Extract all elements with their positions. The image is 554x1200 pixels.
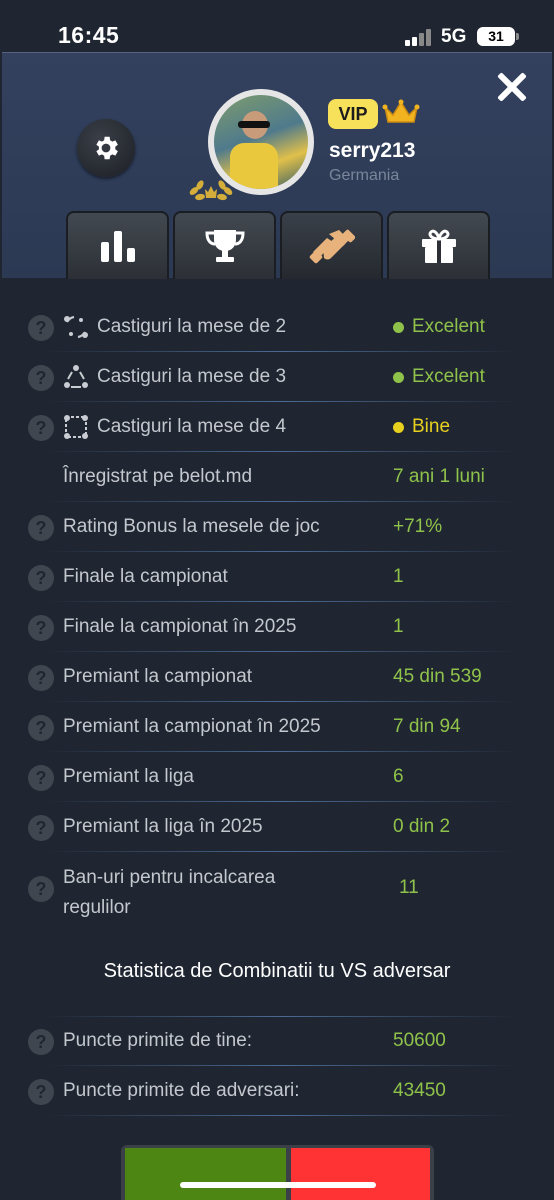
stat-label: Castiguri la mese de 4 (97, 416, 287, 437)
country: Germania (329, 167, 400, 184)
stat-label-line: Ban-uri pentru incalcarea (63, 867, 276, 888)
stat-value: Excelent (412, 366, 485, 387)
status-dot (393, 322, 404, 333)
help-icon[interactable]: ? (28, 365, 54, 391)
stat-value: 1 (393, 566, 404, 587)
tab-statistics[interactable] (66, 211, 169, 279)
list-item: ? Premiant la liga în 2025 0 din 2 (0, 802, 554, 852)
stat-label: Înregistrat pe belot.md (63, 466, 253, 487)
help-icon[interactable]: ? (28, 665, 54, 691)
help-icon[interactable]: ? (28, 565, 54, 591)
list-item: ? Rating Bonus la mesele de joc +71% (0, 502, 554, 552)
stat-value: 0 din 2 (393, 816, 451, 837)
help-icon[interactable]: ? (28, 315, 54, 341)
handshake-icon (309, 229, 355, 264)
status-bar: 16:45 5G 31 (0, 0, 554, 52)
help-icon[interactable]: ? (28, 715, 54, 741)
tab-handshake[interactable] (280, 211, 383, 279)
trophy-icon (204, 230, 245, 262)
stat-label: Puncte primite de tine: (63, 1030, 253, 1051)
comparison-bar-opponent (291, 1148, 430, 1200)
stat-label: Premiant la campionat (63, 666, 253, 687)
laurel-icon (189, 180, 233, 201)
help-icon[interactable]: ? (28, 515, 54, 541)
status-dot (393, 372, 404, 383)
stat-label: Rating Bonus la mesele de joc (63, 516, 320, 537)
list-item: ? Puncte primite de adversari: 43450 (0, 1066, 554, 1116)
list-item: ? Premiant la campionat 45 din 539 (0, 652, 554, 702)
network-type: 5G (441, 26, 467, 47)
stat-value: 6 (393, 766, 404, 787)
bar-chart-icon (100, 231, 135, 262)
profile-header: VIP serry213 Germania (2, 52, 552, 279)
list-item: Înregistrat pe belot.md 7 ani 1 luni (0, 452, 554, 502)
stat-label: Castiguri la mese de 3 (97, 366, 287, 387)
list-item: ? Ban-uri pentru incalcarea regulilor 11 (0, 852, 554, 924)
close-icon[interactable] (492, 67, 532, 107)
list-item: ? Premiant la liga 6 (0, 752, 554, 802)
help-icon[interactable]: ? (28, 1079, 54, 1105)
home-indicator (180, 1182, 376, 1188)
username: serry213 (329, 139, 416, 162)
stat-label: Puncte primite de adversari: (63, 1080, 300, 1101)
list-item: ? Castiguri la mese de 3 Excelent (0, 352, 554, 402)
crown-icon (382, 99, 420, 123)
stat-value: 11 (399, 877, 419, 898)
stat-value: Excelent (412, 316, 485, 337)
stat-value: Bine (412, 416, 451, 437)
stat-value: 50600 (393, 1030, 446, 1051)
status-time: 16:45 (58, 22, 120, 48)
status-dot (393, 422, 404, 433)
list-item: ? Finale la campionat 1 (0, 552, 554, 602)
four-seat-table-icon (64, 415, 88, 439)
help-icon[interactable]: ? (28, 815, 54, 841)
signal-icon (405, 28, 433, 46)
battery-icon: 31 (477, 27, 519, 46)
gift-icon (421, 229, 456, 263)
vip-badge: VIP (328, 99, 378, 129)
list-item: ? Puncte primite de tine: 50600 (0, 1016, 554, 1066)
profile-tabs (66, 211, 492, 279)
list-item: ? Castiguri la mese de 4 Bine (0, 402, 554, 452)
avatar-photo (214, 95, 308, 189)
stat-value: +71% (393, 516, 443, 537)
stat-label: Castiguri la mese de 2 (97, 316, 287, 337)
help-icon[interactable]: ? (28, 415, 54, 441)
stat-value: 45 din 539 (393, 666, 482, 687)
stat-label: Finale la campionat în 2025 (63, 616, 297, 637)
help-icon[interactable]: ? (28, 765, 54, 791)
stat-label: Premiant la liga în 2025 (63, 816, 263, 837)
gear-icon (96, 136, 118, 160)
help-icon[interactable]: ? (28, 876, 54, 902)
section-title: Statistica de Combinatii tu VS adversar (103, 960, 451, 982)
tab-trophies[interactable] (173, 211, 276, 279)
list-item: ? Finale la campionat în 2025 1 (0, 602, 554, 652)
stat-value: 7 ani 1 luni (393, 466, 485, 487)
three-seat-table-icon (64, 365, 88, 388)
two-seat-table-icon (64, 315, 88, 339)
stat-label: Premiant la liga (63, 766, 194, 787)
stat-label-line: regulilor (63, 897, 131, 918)
list-item: ? Castiguri la mese de 2 Excelent (0, 302, 554, 352)
stat-value: 7 din 94 (393, 716, 461, 737)
stat-value: 1 (393, 616, 404, 637)
help-icon[interactable]: ? (28, 615, 54, 641)
stat-value: 43450 (393, 1080, 446, 1101)
tab-gifts[interactable] (387, 211, 490, 279)
help-icon[interactable]: ? (28, 1029, 54, 1055)
list-item: ? Premiant la campionat în 2025 7 din 94 (0, 702, 554, 752)
stat-label: Premiant la campionat în 2025 (63, 716, 321, 737)
settings-button[interactable] (77, 119, 135, 177)
stat-label: Ban-uri pentru incalcarea regulilor (63, 863, 275, 923)
comparison-bar-you (125, 1148, 286, 1200)
stat-label: Finale la campionat (63, 566, 228, 587)
